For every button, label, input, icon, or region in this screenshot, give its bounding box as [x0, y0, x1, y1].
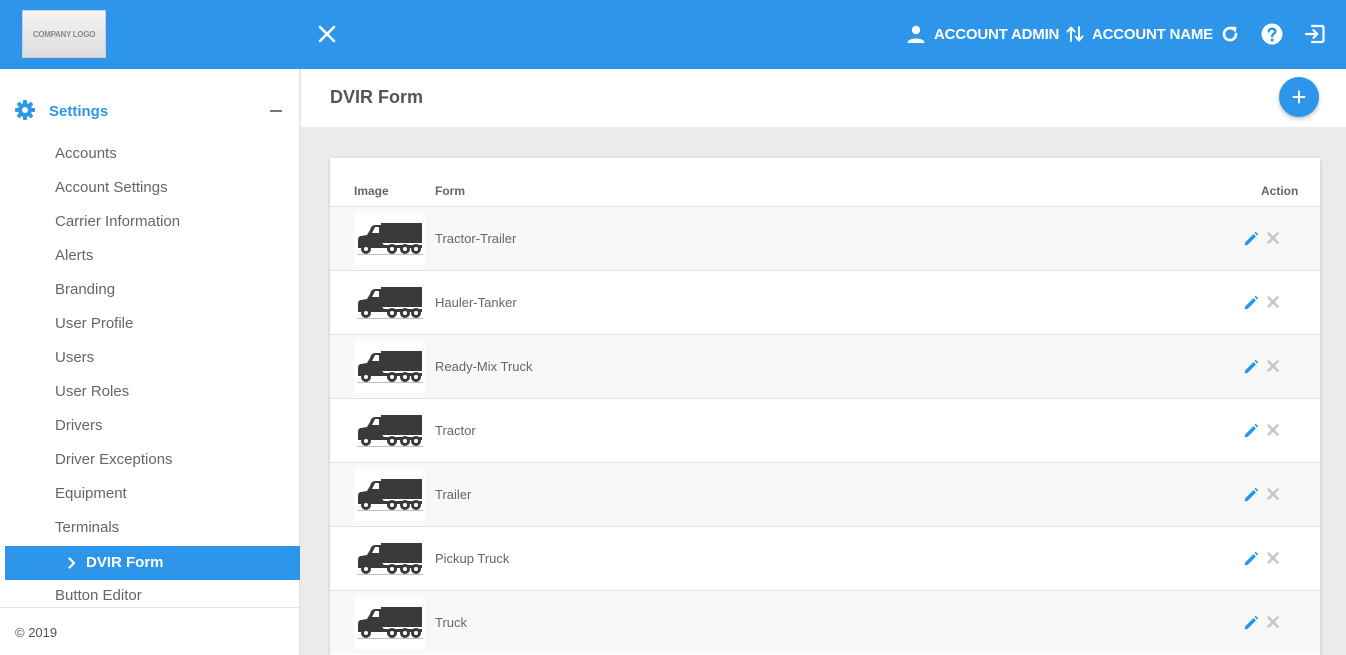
sidebar-item-dvir-form-label: DVIR Form	[86, 554, 164, 571]
form-name: Tractor-Trailer	[435, 231, 517, 246]
minus-icon[interactable]	[270, 110, 282, 112]
table-row: Tractor-Trailer	[330, 206, 1320, 270]
x-icon[interactable]	[1267, 552, 1279, 564]
column-header-action: Action	[1261, 184, 1299, 198]
close-icon[interactable]	[316, 23, 338, 45]
sidebar-item-alerts[interactable]: Alerts	[55, 246, 93, 266]
sidebar-item-account-settings[interactable]: Account Settings	[55, 178, 168, 198]
table-row: Truck	[330, 590, 1320, 654]
logout-icon[interactable]	[1303, 22, 1327, 46]
help-icon[interactable]	[1260, 22, 1284, 46]
form-image	[354, 212, 425, 265]
form-name: Trailer	[435, 487, 472, 502]
gear-icon	[15, 100, 35, 120]
pencil-icon[interactable]	[1243, 231, 1259, 247]
column-header-form: Form	[435, 184, 465, 198]
table-row: Hauler-Tanker	[330, 270, 1320, 334]
column-header-image: Image	[354, 184, 389, 198]
pencil-icon[interactable]	[1243, 487, 1259, 503]
truck-icon	[356, 606, 423, 639]
x-icon[interactable]	[1267, 424, 1279, 436]
pencil-icon[interactable]	[1243, 551, 1259, 567]
swap-vertical-icon	[1066, 26, 1084, 42]
dvir-form-table: Image Form Action Tractor-Trailer Hauler…	[330, 158, 1320, 655]
x-icon[interactable]	[1267, 616, 1279, 628]
page-title: DVIR Form	[330, 87, 424, 107]
sidebar-footer: © 2019	[0, 607, 299, 655]
x-icon[interactable]	[1267, 360, 1279, 372]
truck-icon	[356, 350, 423, 383]
x-icon[interactable]	[1267, 488, 1279, 500]
sidebar-item-user-profile[interactable]: User Profile	[55, 314, 133, 334]
form-image	[354, 404, 425, 457]
pencil-icon[interactable]	[1243, 359, 1259, 375]
form-image	[354, 532, 425, 585]
form-image	[354, 340, 425, 393]
sidebar-item-dvir-form[interactable]: DVIR Form	[5, 546, 300, 580]
sidebar-item-equipment[interactable]: Equipment	[55, 484, 127, 504]
form-image	[354, 468, 425, 521]
table-row: Tractor	[330, 398, 1320, 462]
page-header: DVIR Form	[301, 69, 1346, 127]
truck-icon	[356, 478, 423, 511]
pencil-icon[interactable]	[1243, 615, 1259, 631]
sidebar-item-carrier-information[interactable]: Carrier Information	[55, 212, 180, 232]
sidebar-item-user-roles[interactable]: User Roles	[55, 382, 129, 402]
form-name: Tractor	[435, 423, 476, 438]
account-admin-menu[interactable]: ACCOUNT ADMIN	[906, 22, 1059, 46]
table-row: Pickup Truck	[330, 526, 1320, 590]
form-name: Pickup Truck	[435, 551, 510, 566]
pencil-icon[interactable]	[1243, 423, 1259, 439]
settings-section-toggle[interactable]: Settings	[0, 93, 300, 127]
form-name: Hauler-Tanker	[435, 295, 517, 310]
user-icon	[907, 25, 925, 43]
truck-icon	[356, 542, 423, 575]
account-admin-label: ACCOUNT ADMIN	[934, 25, 1060, 43]
sidebar-item-drivers[interactable]: Drivers	[55, 416, 103, 436]
account-name-label: ACCOUNT NAME	[1092, 25, 1213, 43]
top-bar: COMPANY LOGO ACCOUNT ADMIN ACCOUNT NAME	[0, 0, 1346, 69]
sidebar-item-accounts[interactable]: Accounts	[55, 144, 117, 164]
sidebar-item-terminals[interactable]: Terminals	[55, 518, 119, 538]
company-logo[interactable]: COMPANY LOGO	[22, 10, 106, 58]
add-form-button[interactable]	[1279, 77, 1319, 117]
sidebar: Settings Accounts Account Settings Carri…	[0, 69, 300, 655]
copyright-text: © 2019	[15, 625, 58, 640]
x-icon[interactable]	[1267, 232, 1279, 244]
refresh-icon[interactable]	[1218, 22, 1242, 46]
chevron-right-icon	[68, 557, 76, 569]
sidebar-item-users[interactable]: Users	[55, 348, 94, 368]
settings-section-label: Settings	[49, 103, 109, 120]
form-image	[354, 596, 425, 649]
form-name: Truck	[435, 615, 468, 630]
form-image	[354, 276, 425, 329]
truck-icon	[356, 414, 423, 447]
table-row: Trailer	[330, 462, 1320, 526]
sidebar-item-branding[interactable]: Branding	[55, 280, 115, 300]
company-logo-text: COMPANY LOGO	[32, 29, 96, 39]
plus-icon	[1292, 90, 1306, 104]
table-row: Ready-Mix Truck	[330, 334, 1320, 398]
pencil-icon[interactable]	[1243, 295, 1259, 311]
sidebar-item-driver-exceptions[interactable]: Driver Exceptions	[55, 450, 173, 470]
account-name-switcher[interactable]: ACCOUNT NAME	[1066, 22, 1213, 46]
truck-icon	[356, 222, 423, 255]
x-icon[interactable]	[1267, 296, 1279, 308]
sidebar-item-button-editor[interactable]: Button Editor	[55, 586, 142, 606]
form-name: Ready-Mix Truck	[435, 359, 533, 374]
truck-icon	[356, 286, 423, 319]
